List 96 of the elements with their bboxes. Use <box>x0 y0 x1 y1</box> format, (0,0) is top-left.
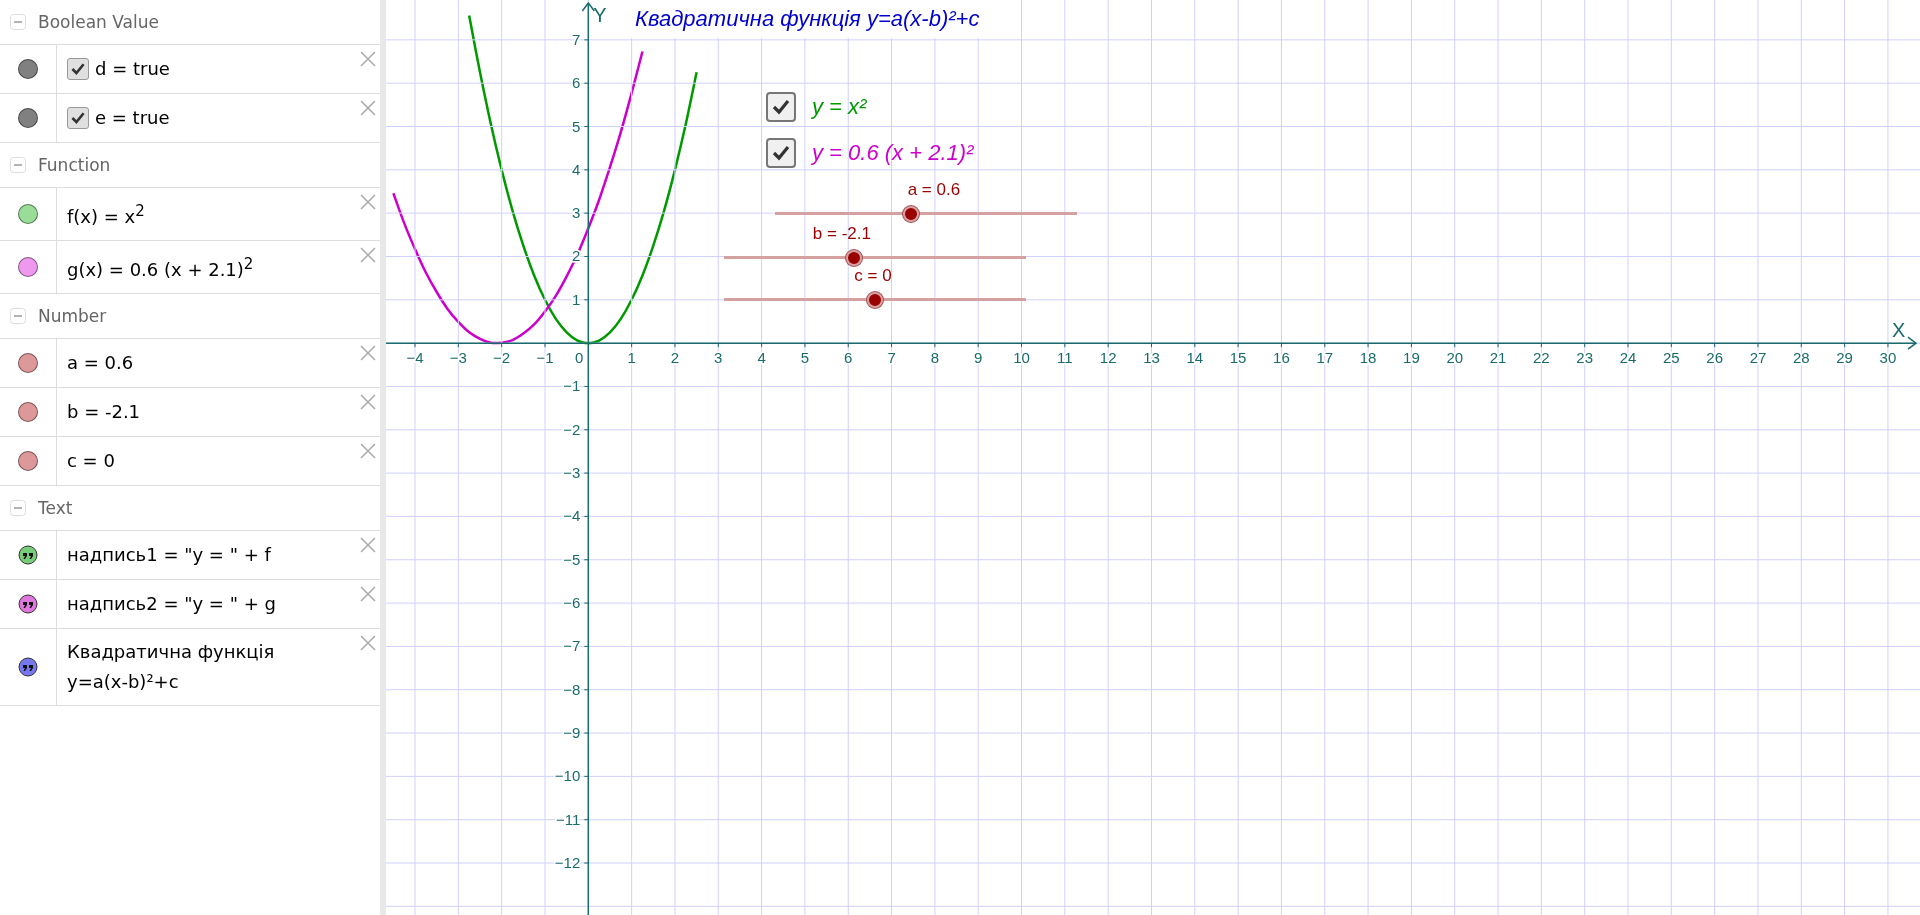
y-tick-label: −5 <box>563 550 581 568</box>
x-tick-label: 2 <box>670 349 680 367</box>
object-definition[interactable]: надпись2 = "y = " + g <box>67 589 276 619</box>
checkbox[interactable] <box>67 107 89 129</box>
check-icon <box>70 61 86 77</box>
x-tick-label: 8 <box>930 349 940 367</box>
x-tick-label: 1 <box>627 349 636 367</box>
visibility-dot[interactable] <box>18 402 38 422</box>
x-tick-label: −3 <box>449 349 467 367</box>
checkbox-label: y = x² <box>812 94 867 120</box>
object-definition[interactable]: f(x) = x$^{2}$ <box>67 196 145 232</box>
x-tick-label: 11 <box>1057 349 1073 367</box>
slider-thumb[interactable] <box>902 206 919 222</box>
y-tick-label: −6 <box>563 594 581 612</box>
object-definition[interactable]: a = 0.6 <box>67 348 134 378</box>
y-tick-label: −1 <box>563 377 581 395</box>
x-tick-label: 21 <box>1489 349 1507 367</box>
x-tick-label: 28 <box>1792 349 1810 367</box>
x-tick-label: 27 <box>1749 349 1767 367</box>
visibility-dot[interactable] <box>18 451 38 471</box>
x-tick-label: −1 <box>536 349 554 367</box>
x-tick-label: 16 <box>1273 349 1290 367</box>
x-tick-label: 13 <box>1143 349 1160 367</box>
x-tick-label: −4 <box>406 349 424 367</box>
x-tick-label: −2 <box>493 349 511 367</box>
group-title: Number <box>38 306 107 326</box>
x-tick-label: 18 <box>1359 349 1377 367</box>
visibility-dot[interactable] <box>18 59 38 79</box>
x-tick-label: 5 <box>800 349 810 367</box>
group-title: Text <box>38 498 73 518</box>
x-tick-label: 30 <box>1879 349 1897 367</box>
slider-thumb[interactable] <box>867 292 883 308</box>
y-tick-label: 6 <box>571 74 581 92</box>
object-definition[interactable]: g(x) = 0.6 (x + 2.1)$^{2}$ <box>67 249 254 285</box>
group-title: Function <box>38 155 111 175</box>
x-tick-label: 19 <box>1403 349 1420 367</box>
x-tick-label: 15 <box>1229 349 1247 367</box>
x-tick-label: 7 <box>887 349 896 367</box>
x-tick-label: 17 <box>1316 349 1334 367</box>
object-definition[interactable]: c = 0 <box>67 446 115 476</box>
y-tick-label: −4 <box>563 507 581 525</box>
check-icon <box>771 97 791 117</box>
y-tick-label: −8 <box>563 680 581 698</box>
x-tick-label: 6 <box>844 349 853 367</box>
y-tick-label: 1 <box>571 290 581 308</box>
visibility-dot[interactable] <box>18 204 38 224</box>
x-tick-label: 4 <box>757 349 766 367</box>
x-tick-label: 29 <box>1836 349 1853 367</box>
x-tick-label: 9 <box>974 349 983 367</box>
object-definition[interactable]: надпись1 = "y = " + f <box>67 540 271 570</box>
slider-label: c = 0 <box>854 266 892 286</box>
slider-thumb[interactable] <box>845 250 862 266</box>
origin-label: 0 <box>574 349 584 367</box>
x-tick-label: 12 <box>1099 349 1117 367</box>
y-tick-label: 3 <box>571 204 581 222</box>
x-tick-label: 14 <box>1186 349 1204 367</box>
y-tick-label: −7 <box>563 637 581 655</box>
y-tick-label: 7 <box>571 30 581 48</box>
checkbox[interactable] <box>766 138 796 168</box>
x-tick-label: 3 <box>714 349 723 367</box>
y-tick-label: −9 <box>563 724 581 742</box>
y-tick-label: 4 <box>571 160 581 178</box>
x-tick-label: 26 <box>1706 349 1723 367</box>
checkbox-label: y = 0.6 (x + 2.1)² <box>812 140 974 166</box>
quote-icon[interactable] <box>18 594 38 614</box>
visibility-dot[interactable] <box>18 353 38 373</box>
object-definition[interactable]: d = true <box>95 54 170 84</box>
quote-icon[interactable] <box>18 657 38 677</box>
x-tick-label: 22 <box>1533 349 1550 367</box>
quote-icon[interactable] <box>18 545 38 565</box>
x-tick-label: 23 <box>1576 349 1594 367</box>
checkbox[interactable] <box>766 92 796 122</box>
visibility-dot[interactable] <box>18 108 38 128</box>
x-axis-label: X <box>1892 319 1906 342</box>
check-icon <box>771 143 791 163</box>
y-tick-label: −12 <box>554 854 581 871</box>
slider-label: a = 0.6 <box>907 180 961 200</box>
slider-label: b = -2.1 <box>812 224 871 244</box>
group-title: Boolean Value <box>38 12 159 32</box>
y-tick-label: −11 <box>555 810 581 828</box>
y-axis-label: Y <box>593 4 607 26</box>
check-icon <box>70 110 86 126</box>
visibility-dot[interactable] <box>18 257 38 277</box>
x-tick-label: 10 <box>1013 349 1030 367</box>
object-definition[interactable]: Квадратична функція y=a(x-b)²+c <box>67 637 336 697</box>
y-tick-label: 5 <box>571 117 581 135</box>
object-definition[interactable]: e = true <box>95 103 170 133</box>
y-tick-label: −2 <box>563 420 581 438</box>
function-curve[interactable] <box>392 51 644 345</box>
checkbox[interactable] <box>67 58 89 80</box>
y-tick-label: −3 <box>563 464 581 482</box>
x-tick-label: 24 <box>1619 349 1637 367</box>
y-tick-label: −10 <box>554 767 581 785</box>
object-definition[interactable]: b = -2.1 <box>67 397 141 427</box>
x-tick-label: 25 <box>1663 349 1680 367</box>
x-tick-label: 20 <box>1446 349 1464 367</box>
